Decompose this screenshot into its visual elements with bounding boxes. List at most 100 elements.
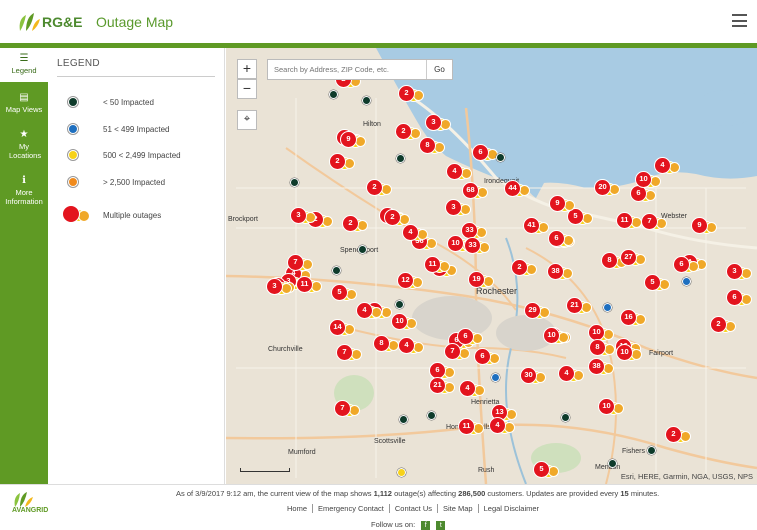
outage-dot[interactable] — [332, 266, 341, 275]
outage-cluster-marker[interactable]: 3 — [290, 206, 316, 226]
outage-cluster-marker[interactable]: 2 — [710, 315, 736, 335]
outage-cluster-marker[interactable]: 6 — [673, 255, 699, 275]
outage-cluster-marker[interactable]: 7 — [336, 343, 362, 363]
sidebar-item-map-views[interactable]: ▤ Map Views — [0, 82, 48, 120]
outage-cluster-marker[interactable]: 19 — [468, 270, 494, 290]
footer-link-site-map[interactable]: Site Map — [438, 504, 479, 513]
list-icon: ☰ — [19, 53, 29, 64]
outage-dot[interactable] — [358, 245, 367, 254]
outage-cluster-marker[interactable]: 5 — [331, 283, 357, 303]
outage-cluster-marker[interactable]: 4 — [402, 223, 428, 243]
outage-cluster-marker[interactable]: 5 — [644, 273, 670, 293]
footer-link-contact-us[interactable]: Contact Us — [390, 504, 438, 513]
outage-cluster-marker[interactable]: 14 — [329, 318, 355, 338]
outage-cluster-marker[interactable]: 2 — [398, 84, 424, 104]
outage-cluster-marker[interactable]: 3 — [266, 277, 292, 297]
avangrid-logo[interactable]: AVANGRID — [12, 491, 48, 514]
outage-dot[interactable] — [290, 178, 299, 187]
outage-cluster-marker[interactable]: 10 — [635, 170, 661, 190]
outage-cluster-marker[interactable]: 12 — [397, 271, 423, 291]
outage-dot[interactable] — [682, 277, 691, 286]
outage-cluster-marker[interactable]: 11 — [616, 211, 642, 231]
outage-cluster-marker[interactable]: 2 — [329, 152, 355, 172]
outage-map[interactable]: HiltonSpencerportBrockportChurchvilleRoc… — [226, 48, 757, 484]
outage-dot[interactable] — [491, 373, 500, 382]
outage-cluster-marker[interactable]: 8 — [419, 136, 445, 156]
outage-cluster-marker[interactable]: 11 — [458, 417, 484, 437]
outage-dot[interactable] — [427, 411, 436, 420]
outage-cluster-marker[interactable]: 16 — [620, 308, 646, 328]
outage-cluster-marker[interactable]: 7 — [334, 399, 360, 419]
sidebar-item-more-information[interactable]: ℹ More Information — [0, 168, 48, 208]
sidebar-item-my-locations[interactable]: ★ My Locations — [0, 120, 48, 168]
outage-cluster-marker[interactable]: 10 — [598, 397, 624, 417]
outage-cluster-marker[interactable]: 20 — [594, 178, 620, 198]
outage-cluster-marker[interactable]: 30 — [520, 366, 546, 386]
outage-cluster-marker[interactable]: 33 — [464, 236, 490, 256]
rge-logo[interactable]: RG&E — [16, 10, 82, 34]
outage-cluster-marker[interactable]: 4 — [558, 364, 584, 384]
outage-dot[interactable] — [647, 446, 656, 455]
social-follow: Follow us on: f t — [371, 520, 446, 530]
outage-cluster-marker[interactable]: 7 — [287, 253, 313, 273]
outage-dot[interactable] — [395, 300, 404, 309]
outage-cluster-marker[interactable]: 9 — [340, 130, 366, 150]
outage-cluster-marker[interactable]: 10 — [543, 326, 569, 346]
footer-link-home[interactable]: Home — [282, 504, 314, 513]
outage-cluster-marker[interactable]: 29 — [524, 301, 550, 321]
outage-cluster-marker[interactable]: 4 — [459, 379, 485, 399]
search-go-button[interactable]: Go — [426, 60, 452, 79]
outage-dot[interactable] — [603, 303, 612, 312]
outage-cluster-marker[interactable]: 9 — [691, 216, 717, 236]
outage-cluster-marker[interactable]: 44 — [504, 179, 530, 199]
outage-dot[interactable] — [397, 468, 406, 477]
outage-cluster-marker[interactable]: 2 — [395, 122, 421, 142]
outage-cluster-marker[interactable]: 4 — [356, 301, 382, 321]
outage-dot[interactable] — [362, 96, 371, 105]
footer-link-legal-disclaimer[interactable]: Legal Disclaimer — [479, 504, 544, 513]
crosshair-icon[interactable]: ⌖ — [237, 110, 257, 130]
outage-cluster-marker[interactable]: 21 — [429, 376, 455, 396]
outage-cluster-marker[interactable]: 4 — [446, 162, 472, 182]
outage-cluster-marker[interactable]: 6 — [472, 143, 498, 163]
outage-cluster-marker[interactable]: 7 — [641, 212, 667, 232]
hamburger-menu-icon[interactable] — [732, 14, 747, 27]
outage-cluster-marker[interactable]: 6 — [548, 229, 574, 249]
outage-cluster-marker[interactable]: 2 — [342, 214, 368, 234]
outage-cluster-marker[interactable]: 2 — [366, 178, 392, 198]
outage-cluster-marker[interactable]: 3 — [445, 198, 471, 218]
outage-cluster-marker[interactable]: 11 — [296, 275, 322, 295]
outage-cluster-marker[interactable]: 8 — [373, 334, 399, 354]
outage-cluster-marker[interactable]: 10 — [391, 312, 417, 332]
outage-cluster-marker[interactable]: 5 — [533, 460, 559, 480]
outage-dot[interactable] — [608, 459, 617, 468]
outage-cluster-marker[interactable]: 6 — [474, 347, 500, 367]
outage-cluster-marker[interactable]: 38 — [547, 262, 573, 282]
outage-cluster-marker[interactable]: 41 — [523, 216, 549, 236]
outage-cluster-marker[interactable]: 38 — [588, 357, 614, 377]
zoom-in-button[interactable]: + — [237, 59, 257, 79]
outage-cluster-marker[interactable]: 6 — [726, 288, 752, 308]
outage-cluster-marker[interactable]: 6 — [457, 327, 483, 347]
outage-cluster-marker[interactable]: 4 — [398, 336, 424, 356]
outage-cluster-marker[interactable]: 9 — [549, 194, 575, 214]
outage-cluster-marker[interactable]: 2 — [511, 258, 537, 278]
sidebar-item-legend[interactable]: ☰ Legend — [0, 48, 48, 82]
outage-dot[interactable] — [329, 90, 338, 99]
outage-cluster-marker[interactable]: 8 — [589, 338, 615, 358]
outage-cluster-marker[interactable]: 10 — [616, 343, 642, 363]
outage-cluster-marker[interactable]: 21 — [566, 296, 592, 316]
outage-cluster-marker[interactable]: 3 — [726, 262, 752, 282]
outage-cluster-marker[interactable]: 27 — [620, 248, 646, 268]
outage-dot[interactable] — [561, 413, 570, 422]
outage-cluster-marker[interactable]: 11 — [424, 255, 450, 275]
outage-cluster-marker[interactable]: 3 — [425, 113, 451, 133]
search-input[interactable] — [268, 60, 426, 79]
outage-dot[interactable] — [396, 154, 405, 163]
outage-dot[interactable] — [496, 153, 505, 162]
outage-cluster-marker[interactable]: 2 — [665, 425, 691, 445]
footer-link-emergency-contact[interactable]: Emergency Contact — [313, 504, 390, 513]
outage-dot[interactable] — [399, 415, 408, 424]
outage-cluster-marker[interactable]: 4 — [489, 416, 515, 436]
zoom-out-button[interactable]: − — [237, 79, 257, 99]
